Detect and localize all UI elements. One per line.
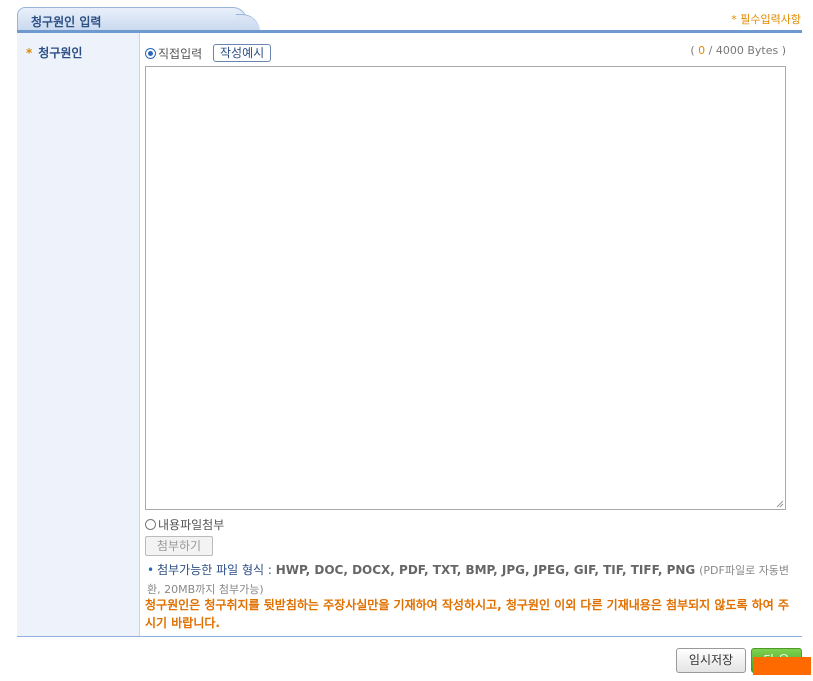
- direct-input-label: 직접입력: [158, 47, 203, 61]
- file-attach-label: 내용파일첨부: [158, 518, 225, 532]
- formats-label: 첨부가능한 파일 형식 :: [157, 563, 272, 577]
- field-label-text: 청구원인: [38, 46, 83, 60]
- formats-list: HWP, DOC, DOCX, PDF, TXT, BMP, JPG, JPEG…: [275, 563, 696, 577]
- temp-save-button[interactable]: 임시저장: [676, 648, 746, 673]
- next-highlight-overlay: [753, 657, 811, 675]
- field-label: * 청구원인: [26, 44, 82, 61]
- required-note: * 필수입력사항: [731, 13, 801, 26]
- direct-input-radio[interactable]: [145, 48, 156, 59]
- byte-count-max: / 4000 Bytes ): [708, 44, 786, 57]
- file-attach-radio[interactable]: [145, 519, 156, 530]
- byte-counter: ( 0 / 4000 Bytes ): [690, 44, 786, 57]
- byte-counter-open: (: [690, 44, 695, 57]
- attach-button[interactable]: 첨부하기: [145, 536, 213, 556]
- section-title: 청구원인 입력: [31, 15, 102, 29]
- warning-message: 청구원인은 청구취지를 뒷받침하는 주장사실만을 기재하여 작성하시고, 청구원…: [145, 598, 789, 630]
- file-attach-option[interactable]: 내용파일첨부: [145, 516, 224, 533]
- byte-count-current: 0: [698, 44, 706, 57]
- field-label-column: * 청구원인: [17, 33, 140, 636]
- bullet-icon: •: [147, 563, 155, 577]
- example-button[interactable]: 작성예시: [213, 44, 272, 62]
- claim-cause-form: * 청구원인 직접입력 작성예시 ( 0 / 4000 Bytes ) 내용파일첨…: [17, 33, 802, 637]
- required-star: *: [26, 46, 33, 60]
- section-tab: 청구원인 입력: [17, 7, 247, 31]
- allowed-formats: • 첨부가능한 파일 형식 : HWP, DOC, DOCX, PDF, TXT,…: [147, 561, 792, 599]
- claim-cause-textarea[interactable]: [145, 66, 786, 510]
- direct-input-option[interactable]: 직접입력: [145, 45, 202, 62]
- resize-grip-icon[interactable]: [776, 500, 784, 508]
